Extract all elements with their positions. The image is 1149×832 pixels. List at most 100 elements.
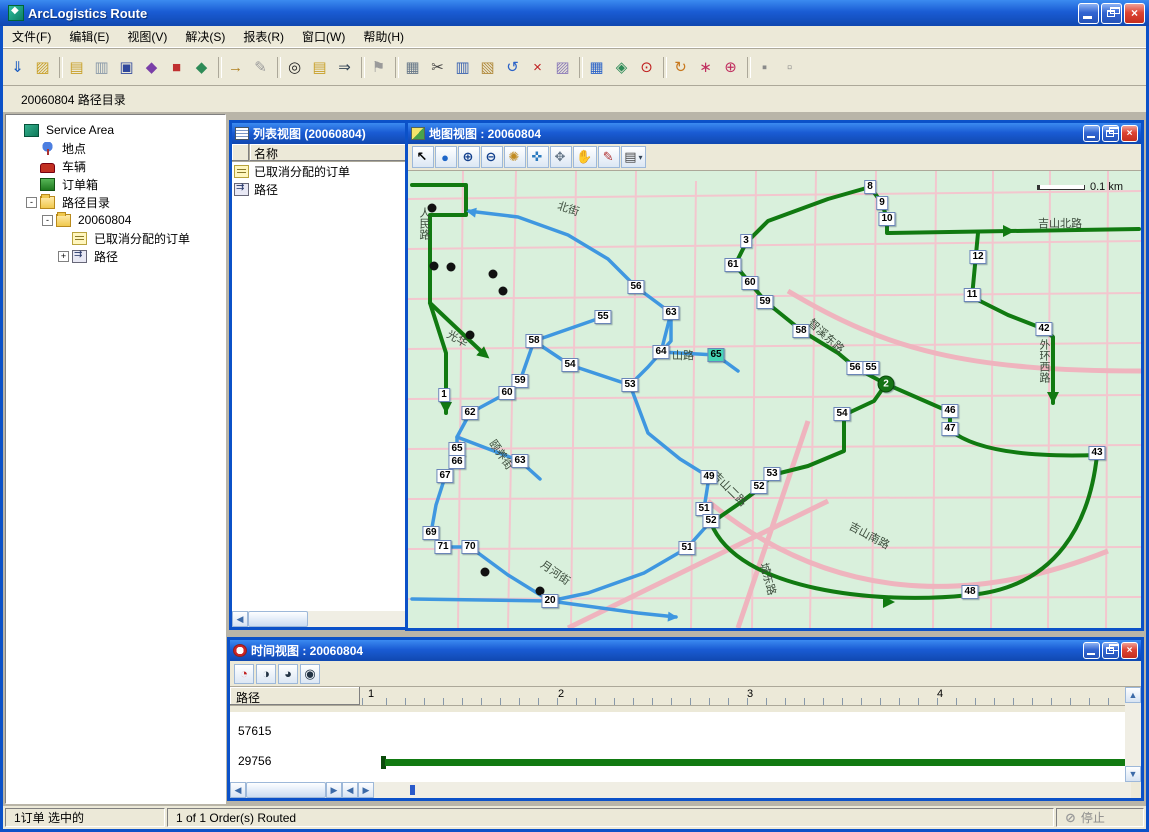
stop-marker[interactable]: 49 bbox=[700, 470, 717, 484]
stop-marker[interactable]: 59 bbox=[756, 295, 773, 309]
stop-marker[interactable]: 20 bbox=[541, 594, 558, 608]
solve-button[interactable]: ↻ bbox=[668, 55, 693, 80]
toolbar-separator[interactable] bbox=[273, 55, 282, 80]
stop-marker[interactable]: 58 bbox=[792, 324, 809, 338]
toolbar-separator[interactable] bbox=[55, 55, 64, 80]
map-view-button[interactable]: ◈ bbox=[609, 55, 634, 80]
stop-marker[interactable]: 2 bbox=[878, 376, 895, 393]
menu-item[interactable]: 编辑(E) bbox=[60, 26, 118, 47]
stop-marker[interactable]: 1 bbox=[438, 388, 450, 402]
stop-marker[interactable]: 53 bbox=[763, 467, 780, 481]
copy-button[interactable]: ▥ bbox=[450, 55, 475, 80]
title-bar[interactable]: ArcLogistics Route × bbox=[0, 0, 1149, 26]
stop-marker[interactable]: 53 bbox=[621, 378, 638, 392]
stop-marker[interactable]: 63 bbox=[511, 454, 528, 468]
zoom-out-tool[interactable]: ⊖ bbox=[481, 146, 503, 168]
map-canvas[interactable]: 北街吉山北路人民路智溪东路外环西路山路光华颐养街吉山二路吉山南路城东路月河街 8… bbox=[408, 171, 1141, 628]
stop-marker[interactable]: 46 bbox=[941, 404, 958, 418]
tree-item-vehicles[interactable]: 车辆 bbox=[6, 157, 225, 175]
stop-marker[interactable]: 10 bbox=[878, 212, 895, 226]
build-button[interactable]: ▫ bbox=[777, 55, 802, 80]
route-column-header[interactable]: 路径 bbox=[230, 687, 360, 705]
scroll-left-arrow[interactable]: ◀ bbox=[230, 782, 246, 798]
routes-list-button[interactable]: ⇒ bbox=[332, 55, 357, 80]
stop-marker[interactable]: 60 bbox=[498, 386, 515, 400]
clock-quarter-button[interactable]: ◑ bbox=[256, 664, 276, 684]
stop-marker[interactable]: 47 bbox=[941, 422, 958, 436]
pan-tool[interactable]: ✋ bbox=[573, 146, 597, 168]
orders-list-button[interactable]: ▤ bbox=[307, 55, 332, 80]
stop-marker[interactable]: 54 bbox=[561, 358, 578, 372]
map-minimize-button[interactable] bbox=[1083, 125, 1100, 142]
time-vertical-scrollbar[interactable]: ▲ ▼ bbox=[1125, 687, 1141, 782]
menu-item[interactable]: 报表(R) bbox=[234, 26, 293, 47]
toolbar-separator[interactable] bbox=[214, 55, 223, 80]
print-tool[interactable]: ▤▾ bbox=[621, 146, 645, 168]
menu-item[interactable]: 帮助(H) bbox=[354, 26, 413, 47]
flag-button[interactable]: ⚑ bbox=[366, 55, 391, 80]
stop-marker[interactable]: 42 bbox=[1035, 322, 1052, 336]
toolbar-separator[interactable] bbox=[391, 55, 400, 80]
stop-marker[interactable]: 52 bbox=[702, 514, 719, 528]
scroll-thumb[interactable] bbox=[248, 611, 308, 627]
table-view-button[interactable]: ▦ bbox=[584, 55, 609, 80]
previous-extent-tool[interactable]: ✜ bbox=[527, 146, 549, 168]
map-maximize-button[interactable] bbox=[1102, 125, 1119, 142]
cut-button[interactable]: ✂ bbox=[425, 55, 450, 80]
stop-marker[interactable]: 55 bbox=[862, 361, 879, 375]
vehicles-button[interactable]: ■ bbox=[164, 55, 189, 80]
import-orders-button[interactable]: ⇓ bbox=[5, 55, 30, 80]
tree-item-route-folder[interactable]: - 路径目录 bbox=[6, 193, 225, 211]
restore-button[interactable] bbox=[1101, 3, 1122, 24]
network-button[interactable]: ∗ bbox=[693, 55, 718, 80]
tree-item-20060804[interactable]: - 20060804 bbox=[6, 211, 225, 229]
scroll-down-arrow[interactable]: ▼ bbox=[1125, 766, 1141, 782]
order-dot[interactable] bbox=[481, 568, 490, 577]
order-dot[interactable] bbox=[447, 263, 456, 272]
scroll-left-arrow[interactable]: ◀ bbox=[232, 611, 248, 627]
map-view-titlebar[interactable]: 地图视图 : 20060804 × bbox=[408, 123, 1141, 144]
time-view-titlebar[interactable]: 时间视图 : 20060804 × bbox=[230, 640, 1141, 661]
tree-expander[interactable]: - bbox=[26, 197, 37, 208]
minimize-button[interactable] bbox=[1078, 3, 1099, 24]
edit-button[interactable]: ✎ bbox=[248, 55, 273, 80]
toolbar-separator[interactable] bbox=[575, 55, 584, 80]
paste-button[interactable]: ▧ bbox=[475, 55, 500, 80]
locations-button[interactable]: ◆ bbox=[139, 55, 164, 80]
stop-marker[interactable]: 56 bbox=[846, 361, 863, 375]
stop-marker[interactable]: 65 bbox=[707, 348, 724, 362]
scroll-right-arrow[interactable]: ▶ bbox=[326, 782, 342, 798]
stop-marker[interactable]: 11 bbox=[964, 288, 981, 302]
stop-marker[interactable]: 69 bbox=[422, 526, 439, 540]
paste-special-button[interactable]: ▨ bbox=[550, 55, 575, 80]
zoom-in-tool[interactable]: ⊕ bbox=[458, 146, 480, 168]
stop-marker[interactable]: 8 bbox=[864, 180, 876, 194]
stop-marker[interactable]: 60 bbox=[741, 276, 758, 290]
stop-marker[interactable]: 3 bbox=[740, 234, 752, 248]
stop-marker[interactable]: 67 bbox=[436, 469, 453, 483]
stop-marker[interactable]: 66 bbox=[448, 455, 465, 469]
gantt-area[interactable]: 57615 29756 bbox=[230, 712, 1125, 782]
full-extent-tool[interactable]: ✥ bbox=[550, 146, 572, 168]
order-dot[interactable] bbox=[428, 204, 437, 213]
stop-button[interactable]: ⊘ 停止 bbox=[1056, 808, 1144, 827]
time-minimize-button[interactable] bbox=[1083, 642, 1100, 659]
delete-button[interactable]: × bbox=[525, 55, 550, 80]
find-button[interactable]: ◎ bbox=[282, 55, 307, 80]
stop-marker[interactable]: 63 bbox=[662, 306, 679, 320]
stop-marker[interactable]: 71 bbox=[434, 540, 451, 554]
time-close-button[interactable]: × bbox=[1121, 642, 1138, 659]
clock-hour-button[interactable]: ◕ bbox=[278, 664, 298, 684]
new-order-button[interactable]: ▤ bbox=[64, 55, 89, 80]
tree-item-locations[interactable]: 地点 bbox=[6, 139, 225, 157]
scroll-thumb[interactable] bbox=[246, 782, 326, 798]
undo-button[interactable]: ↺ bbox=[500, 55, 525, 80]
menu-item[interactable]: 窗口(W) bbox=[293, 26, 354, 47]
stop-marker[interactable]: 48 bbox=[961, 585, 978, 599]
stop-marker[interactable]: 9 bbox=[876, 196, 888, 210]
menu-item[interactable]: 解决(S) bbox=[176, 26, 234, 47]
toolbar-separator[interactable] bbox=[357, 55, 366, 80]
time-view-button[interactable]: ⊙ bbox=[634, 55, 659, 80]
stop-marker[interactable]: 58 bbox=[525, 334, 542, 348]
stop-marker[interactable]: 52 bbox=[750, 480, 767, 494]
